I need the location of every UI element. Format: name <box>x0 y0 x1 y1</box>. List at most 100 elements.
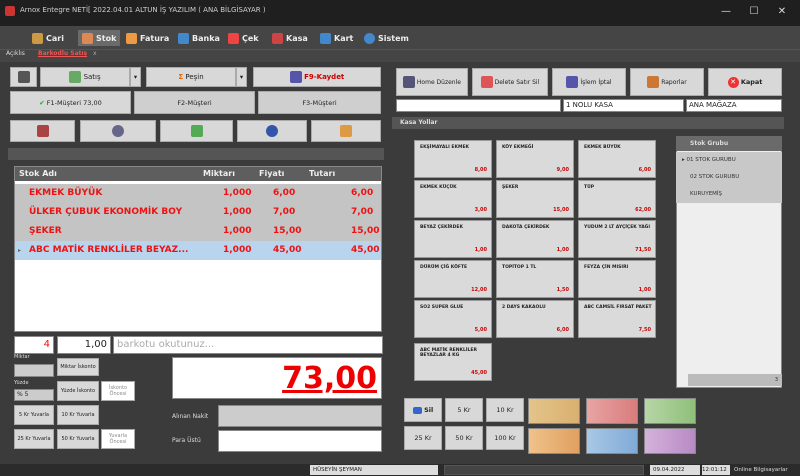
banknote-10-button[interactable] <box>586 398 638 424</box>
product-tile[interactable]: TOPİTOP 1 TL 1,50 <box>496 260 574 298</box>
banknote-100-button[interactable] <box>586 428 638 454</box>
f1-musteri-button[interactable]: ✔ F1-Müşteri 73,00 <box>10 91 131 114</box>
col-tutar[interactable]: Tutarı <box>305 167 381 181</box>
miktar-iskonto-button[interactable]: Miktar İskonto <box>57 358 99 376</box>
banknote-200-button[interactable] <box>644 428 696 454</box>
menu-kasa[interactable]: Kasa <box>272 30 308 46</box>
scale-button[interactable] <box>10 67 37 87</box>
product-tile[interactable]: DÜRÜM ÇİĞ KÖFTE 12,00 <box>414 260 492 298</box>
status-online[interactable]: Online Bilgisayarlar <box>734 465 794 475</box>
iskonto-oncesi-button[interactable]: İskonto Öncesi <box>101 381 135 401</box>
product-tile[interactable]: ŞEKER 15,00 <box>496 180 574 218</box>
product-tile[interactable]: EKMEK BÜYÜK 6,00 <box>578 140 656 178</box>
stok-grubu-item[interactable]: 02 STOK GURUBU <box>676 169 782 186</box>
menu-stok[interactable]: Stok <box>78 30 121 46</box>
menu-cari[interactable]: Cari <box>32 30 64 46</box>
stok-grubu-item[interactable]: ▸ 01 STOK GURUBU <box>676 152 782 169</box>
magaza-select[interactable]: ANA MAĞAZA <box>686 99 782 112</box>
kasa-search-input[interactable] <box>396 99 561 112</box>
col-miktar[interactable]: Miktarı <box>199 167 255 181</box>
banknote-5-button[interactable] <box>528 398 580 424</box>
tab-close[interactable]: x <box>93 50 97 57</box>
coin-5-button[interactable]: 5 Kr <box>445 398 483 422</box>
menu-kart[interactable]: Kart <box>320 30 353 46</box>
product-tile[interactable]: FEYZA ÇİN MISIRI 1,00 <box>578 260 656 298</box>
tile-price: 15,00 <box>553 207 569 213</box>
banknote-50-button[interactable] <box>528 428 580 454</box>
customer-button[interactable] <box>237 120 307 142</box>
yuvarla-10-button[interactable]: 10 Kr Yuvarla <box>57 405 99 425</box>
banknote-20-button[interactable] <box>644 398 696 424</box>
coin-50-button[interactable]: 50 Kr <box>445 426 483 450</box>
export-button[interactable] <box>160 120 233 142</box>
miktar-input[interactable] <box>14 364 54 377</box>
tab-aciklis[interactable]: Açıklıs <box>6 50 25 57</box>
gear-icon <box>364 32 375 44</box>
sales-grid[interactable]: Stok Adı Miktarı Fiyatı Tutarı EKMEK BÜY… <box>14 166 382 332</box>
table-row[interactable]: EKMEK BÜYÜK 1,000 6,00 6,00 <box>15 184 381 203</box>
tile-name: EKŞİMAYALI EKMEK <box>420 145 470 150</box>
amount-input[interactable]: 1,00 <box>57 336 111 354</box>
print-button[interactable] <box>10 120 75 142</box>
kasa-select[interactable]: 1 NOLU KASA <box>563 99 684 112</box>
sil-button[interactable]: Sil <box>404 398 442 422</box>
pesin-dropdown[interactable]: ▾ <box>236 67 247 87</box>
cancel-transaction-button[interactable]: İşlem İptal <box>552 68 626 96</box>
yuvarla-5-button[interactable]: 5 Kr Yuvarla <box>14 405 54 425</box>
table-row[interactable]: ŞEKER 1,000 15,00 15,00 <box>15 222 381 241</box>
coin-100-button[interactable]: 100 Kr <box>486 426 524 450</box>
status-scroll[interactable] <box>444 465 644 475</box>
yuvarla-50-button[interactable]: 50 Kr Yuvarla <box>57 429 99 449</box>
coin-10-button[interactable]: 10 Kr <box>486 398 524 422</box>
delete-row-button[interactable]: Delete Satır Sil <box>472 68 548 96</box>
f2-label: F2-Müşteri <box>177 98 212 107</box>
close-window-button[interactable]: ✕ <box>771 4 793 20</box>
yuzde-iskonto-button[interactable]: Yüzde İskonto <box>57 381 99 401</box>
barcode-input[interactable]: barkotu okutunuz... <box>113 336 383 354</box>
yuvarla-25-button[interactable]: 25 Kr Yuvarla <box>14 429 54 449</box>
stok-grubu-item[interactable]: KURUYEMİŞ <box>676 186 782 203</box>
product-tile[interactable]: ABC CAMSİL FIRSAT PAKET 7,50 <box>578 300 656 338</box>
reports-button[interactable]: Raporlar <box>630 68 704 96</box>
f3-musteri-button[interactable]: F3-Müşteri <box>258 91 381 114</box>
search-button[interactable] <box>80 120 156 142</box>
menu-sistem[interactable]: Sistem <box>364 30 409 46</box>
menu-banka[interactable]: Banka <box>178 30 220 46</box>
cancel-label: İşlem İptal <box>580 78 612 86</box>
pesin-button[interactable]: Σ Peşin <box>146 67 236 87</box>
kapat-button[interactable]: ✕ Kapat <box>708 68 782 96</box>
home-label: Home Düzenle <box>416 78 461 86</box>
yuvarla-oncesi-button[interactable]: Yuvarla Öncesi <box>101 429 135 449</box>
home-duzenle-button[interactable]: Home Düzenle <box>396 68 468 96</box>
tile-price: 7,50 <box>638 327 651 333</box>
product-tile[interactable]: SO2 SUPER GLUE 5,00 <box>414 300 492 338</box>
product-tile[interactable]: BEYAZ ÇEKİRDEK 1,00 <box>414 220 492 258</box>
product-tile[interactable]: ABC MATİK RENKLİLER BEYAZLAR 4 KG 45,00 <box>414 343 492 381</box>
product-tile[interactable]: TÜP 62,00 <box>578 180 656 218</box>
product-tile[interactable]: DAKOTA ÇEKİRDEK 1,00 <box>496 220 574 258</box>
col-stok-adi[interactable]: Stok Adı <box>15 167 199 181</box>
table-row[interactable]: ÜLKER ÇUBUK EKONOMİK BOY 1,000 7,00 7,00 <box>15 203 381 222</box>
table-row[interactable]: ▸ ABC MATİK RENKLİLER BEYAZ... 1,000 45,… <box>15 241 381 260</box>
minimize-button[interactable]: — <box>715 4 737 20</box>
product-tile[interactable]: KÖY EKMEĞİ 9,00 <box>496 140 574 178</box>
satis-dropdown[interactable]: ▾ <box>130 67 141 87</box>
alinan-input[interactable] <box>218 405 382 427</box>
f2-musteri-button[interactable]: F2-Müşteri <box>134 91 255 114</box>
product-tile[interactable]: 2 DAYS KAKAOLU 6,00 <box>496 300 574 338</box>
qty-input[interactable]: 4 <box>14 336 54 354</box>
tab-barkodlu-satis[interactable]: Barkodlu Satış <box>38 50 87 57</box>
yuzde-input[interactable]: % 5 <box>14 389 54 401</box>
satis-button[interactable]: Satış <box>40 67 130 87</box>
coin-25-button[interactable]: 25 Kr <box>404 426 442 450</box>
menu-cek[interactable]: Çek <box>228 30 259 46</box>
maximize-button[interactable]: ☐ <box>743 4 765 20</box>
kaydet-button[interactable]: F9-Kaydet <box>253 67 381 87</box>
window-title: Arnox Entegre NETİ[ 2022.04.01 ALTUN İŞ … <box>20 6 266 14</box>
col-fiyat[interactable]: Fiyatı <box>255 167 305 181</box>
product-tile[interactable]: EKMEK KÜÇÜK 3,00 <box>414 180 492 218</box>
product-tile[interactable]: EKŞİMAYALI EKMEK 8,00 <box>414 140 492 178</box>
menu-fatura[interactable]: Fatura <box>126 30 169 46</box>
product-tile[interactable]: YUDUM 2 LT AYÇİÇEK YAĞI 71,50 <box>578 220 656 258</box>
coins-button[interactable] <box>311 120 381 142</box>
